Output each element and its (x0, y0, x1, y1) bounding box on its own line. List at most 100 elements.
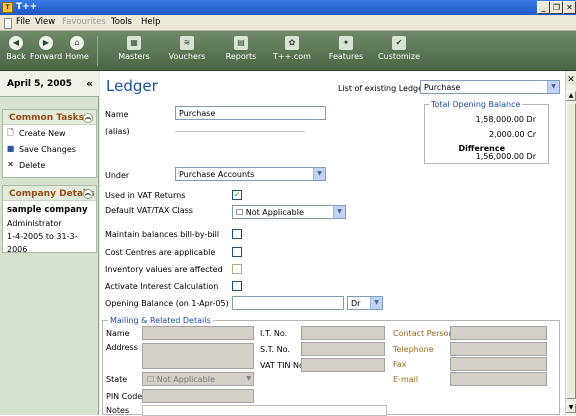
state-label: State (106, 375, 128, 384)
fax-input[interactable] (450, 357, 547, 371)
scroll-down-arrow-icon[interactable]: ▼ (566, 403, 576, 413)
toolbar-label: Vouchers (168, 52, 206, 61)
existing-ledger-label: List of existing Ledger (338, 84, 427, 93)
notes-label: Notes (106, 406, 130, 415)
address-input[interactable] (142, 343, 254, 369)
bill-by-bill-checkbox[interactable] (232, 229, 242, 239)
mailing-details-section: Mailing & Related Details Name Address S… (102, 316, 560, 416)
chevron-down-icon: ▼ (313, 168, 325, 180)
vat-class-value: ☐ Not Applicable (236, 208, 304, 217)
inventory-label: Inventory values are affected (105, 265, 223, 274)
notes-input[interactable] (142, 405, 387, 416)
pin-code-input[interactable] (142, 389, 254, 403)
reports-button[interactable]: ▤ Reports (224, 34, 258, 69)
forward-icon: ▶ (39, 36, 53, 50)
toolbar-label: Customize (378, 52, 420, 61)
scroll-up-arrow-icon[interactable]: ▲ (566, 91, 576, 101)
menu-favourites[interactable]: Favourites (62, 17, 106, 27)
chevron-down-icon: ▼ (246, 375, 251, 382)
menu-tools[interactable]: Tools (111, 17, 132, 27)
task-create-new[interactable]: 🗋 Create New (3, 125, 96, 141)
email-input[interactable] (450, 372, 547, 386)
state-value: ☐ Not Applicable (147, 375, 215, 384)
mailing-details-title: Mailing & Related Details (108, 316, 213, 325)
under-label: Under (105, 171, 130, 180)
panel-title: Common Tasks (9, 113, 85, 123)
delete-icon: ✕ (7, 160, 14, 169)
interest-checkbox[interactable] (232, 281, 242, 291)
vat-class-select[interactable]: ☐ Not Applicable ▼ (232, 205, 346, 219)
st-number-input[interactable] (301, 342, 385, 356)
collapse-toggle-icon[interactable]: ︽ (83, 113, 93, 123)
task-label: Create New (19, 129, 66, 138)
total-opening-balance-box: Total Opening Balance 1,58,000.00 Dr 2,0… (424, 100, 549, 164)
close-form-icon[interactable]: ✕ (566, 75, 576, 85)
menu-file[interactable]: File (16, 17, 30, 27)
fax-label: Fax (393, 360, 407, 369)
pin-code-label: PIN Code (106, 392, 143, 401)
home-button[interactable]: ⌂ Home (64, 34, 90, 69)
vat-returns-checkbox[interactable]: ✓ (232, 190, 242, 200)
contact-person-input[interactable] (450, 326, 547, 340)
state-select[interactable]: ☐ Not Applicable ▼ (142, 372, 254, 386)
menu-view[interactable]: View (35, 17, 55, 27)
telephone-input[interactable] (450, 342, 547, 356)
company-details-panel: Company Details ︽ sample company Adminis… (2, 185, 97, 254)
task-label: Save Changes (19, 145, 76, 154)
scroll-thumb[interactable] (566, 103, 576, 399)
customize-button[interactable]: ✔ Customize (378, 34, 420, 69)
under-value: Purchase Accounts (179, 170, 255, 179)
vat-returns-label: Used in VAT Returns (105, 191, 186, 200)
inventory-checkbox[interactable] (232, 264, 242, 274)
toolbar-separator (97, 36, 98, 66)
menu-help[interactable]: Help (141, 17, 160, 27)
vertical-scrollbar[interactable]: ✕ ▲ ▼ (565, 71, 576, 415)
name-label: Name (105, 110, 129, 119)
under-select[interactable]: Purchase Accounts ▼ (175, 167, 326, 181)
reports-icon: ▤ (234, 36, 248, 50)
cost-centres-label: Cost Centres are applicable (105, 248, 216, 257)
window-title: T++ (16, 2, 38, 12)
alias-input[interactable] (175, 131, 305, 132)
task-save-changes[interactable]: ■ Save Changes (3, 141, 96, 157)
tpp-com-button[interactable]: ✿ T++.com (272, 34, 312, 69)
masters-button[interactable]: ▦ Masters (116, 34, 152, 69)
mailing-name-input[interactable] (142, 326, 254, 340)
back-button[interactable]: ◀ Back (4, 34, 28, 69)
minimize-button[interactable]: _ (537, 1, 550, 14)
page-title: Ledger (106, 77, 158, 95)
current-date: April 5, 2005 (7, 79, 73, 89)
system-menu-icon[interactable] (4, 18, 12, 29)
back-icon: ◀ (9, 36, 23, 50)
features-button[interactable]: ✦ Features (327, 34, 365, 69)
task-delete[interactable]: ✕ Delete (3, 157, 96, 173)
existing-ledger-value: Purchase (424, 83, 461, 92)
name-input[interactable]: Purchase (175, 106, 326, 120)
vat-tin-input[interactable] (301, 358, 385, 372)
toolbar-label: Features (328, 52, 364, 61)
financial-period: 1-4-2005 to 31-3-2006 (7, 232, 78, 254)
common-tasks-header: Common Tasks ︽ (3, 110, 96, 125)
company-name: sample company (7, 205, 88, 215)
it-number-label: I.T. No. (260, 329, 288, 338)
difference-amount: 1,56,000.00 Dr (475, 152, 536, 161)
tpp-icon: ✿ (285, 36, 299, 50)
dr-cr-select[interactable]: Dr ▼ (347, 296, 383, 310)
forward-button[interactable]: ▶ Forward (30, 34, 62, 69)
close-button[interactable]: ✕ (563, 1, 576, 14)
it-number-input[interactable] (301, 326, 385, 340)
existing-ledger-select[interactable]: Purchase ▼ (420, 80, 560, 94)
chevron-down-icon: ▼ (370, 297, 382, 309)
opening-balance-label: Opening Balance (on 1-Apr-05) (105, 299, 229, 308)
opening-balance-input[interactable] (232, 296, 344, 310)
toolbar-label: Reports (225, 52, 257, 61)
collapse-sidebar-button[interactable]: « (86, 77, 93, 90)
bill-by-bill-label: Maintain balances bill-by-bill (105, 230, 220, 239)
date-bar: April 5, 2005 « (0, 71, 99, 97)
app-icon: T (2, 2, 13, 13)
collapse-toggle-icon[interactable]: ︽ (83, 189, 93, 199)
chevron-down-icon: ▼ (333, 206, 345, 218)
restore-button[interactable]: ❐ (550, 1, 563, 14)
cost-centres-checkbox[interactable] (232, 247, 242, 257)
vouchers-button[interactable]: ≋ Vouchers (167, 34, 207, 69)
